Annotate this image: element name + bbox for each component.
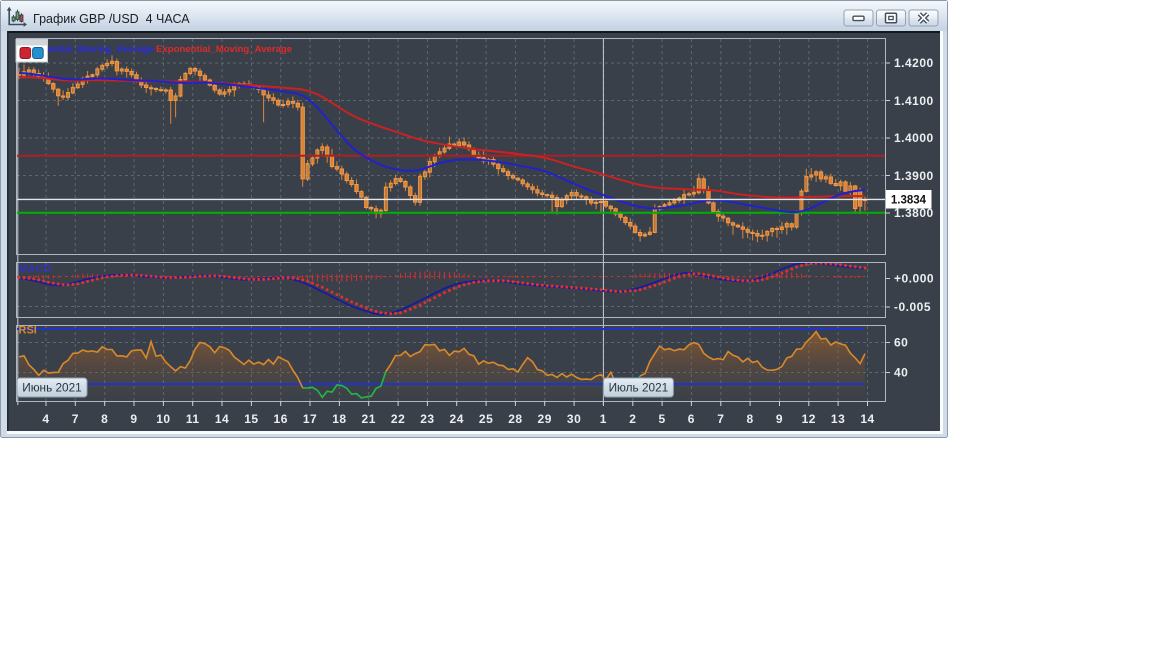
svg-text:13: 13 — [831, 412, 845, 426]
svg-text:Июль 2021: Июль 2021 — [609, 381, 669, 395]
svg-text:MACD: MACD — [19, 263, 52, 275]
svg-text:7: 7 — [717, 412, 724, 426]
svg-text:9: 9 — [776, 412, 783, 426]
svg-text:График GBP /USD 4 ЧАСА: График GBP /USD 4 ЧАСА — [33, 12, 190, 26]
svg-text:8: 8 — [101, 412, 108, 426]
svg-text:1.4100: 1.4100 — [894, 94, 934, 108]
svg-text:1.3900: 1.3900 — [894, 169, 934, 183]
svg-text:60: 60 — [894, 336, 908, 350]
svg-text:Exponential_Moving_Average: Exponential_Moving_Average — [156, 44, 292, 55]
svg-text:7: 7 — [72, 412, 79, 426]
svg-text:10: 10 — [156, 412, 170, 426]
svg-text:21: 21 — [362, 412, 376, 426]
svg-text:+0.000: +0.000 — [894, 272, 934, 286]
svg-text:24: 24 — [450, 412, 464, 426]
svg-text:16: 16 — [274, 412, 288, 426]
svg-text:9: 9 — [130, 412, 137, 426]
svg-text:11: 11 — [186, 412, 200, 426]
svg-text:5: 5 — [659, 412, 666, 426]
svg-text:22: 22 — [391, 412, 405, 426]
svg-text:1.4200: 1.4200 — [894, 56, 934, 70]
svg-text:30: 30 — [567, 412, 581, 426]
svg-text:14: 14 — [860, 412, 874, 426]
svg-text:14: 14 — [215, 412, 229, 426]
svg-text:2: 2 — [629, 412, 636, 426]
svg-text:18: 18 — [332, 412, 346, 426]
svg-text:28: 28 — [508, 412, 522, 426]
svg-text:RSI: RSI — [19, 325, 37, 337]
svg-text:1: 1 — [600, 412, 607, 426]
svg-text:1.4000: 1.4000 — [894, 131, 934, 145]
svg-text:12: 12 — [802, 412, 816, 426]
svg-text:6: 6 — [688, 412, 695, 426]
svg-text:15: 15 — [244, 412, 258, 426]
svg-text:29: 29 — [538, 412, 552, 426]
svg-text:-0.005: -0.005 — [894, 300, 931, 314]
svg-text:17: 17 — [303, 412, 317, 426]
svg-text:4: 4 — [42, 412, 49, 426]
svg-text:40: 40 — [894, 366, 908, 380]
svg-text:23: 23 — [420, 412, 434, 426]
svg-text:8: 8 — [747, 412, 754, 426]
svg-text:Июнь 2021: Июнь 2021 — [22, 381, 82, 395]
svg-text:1.3834: 1.3834 — [891, 195, 927, 207]
svg-text:25: 25 — [479, 412, 493, 426]
